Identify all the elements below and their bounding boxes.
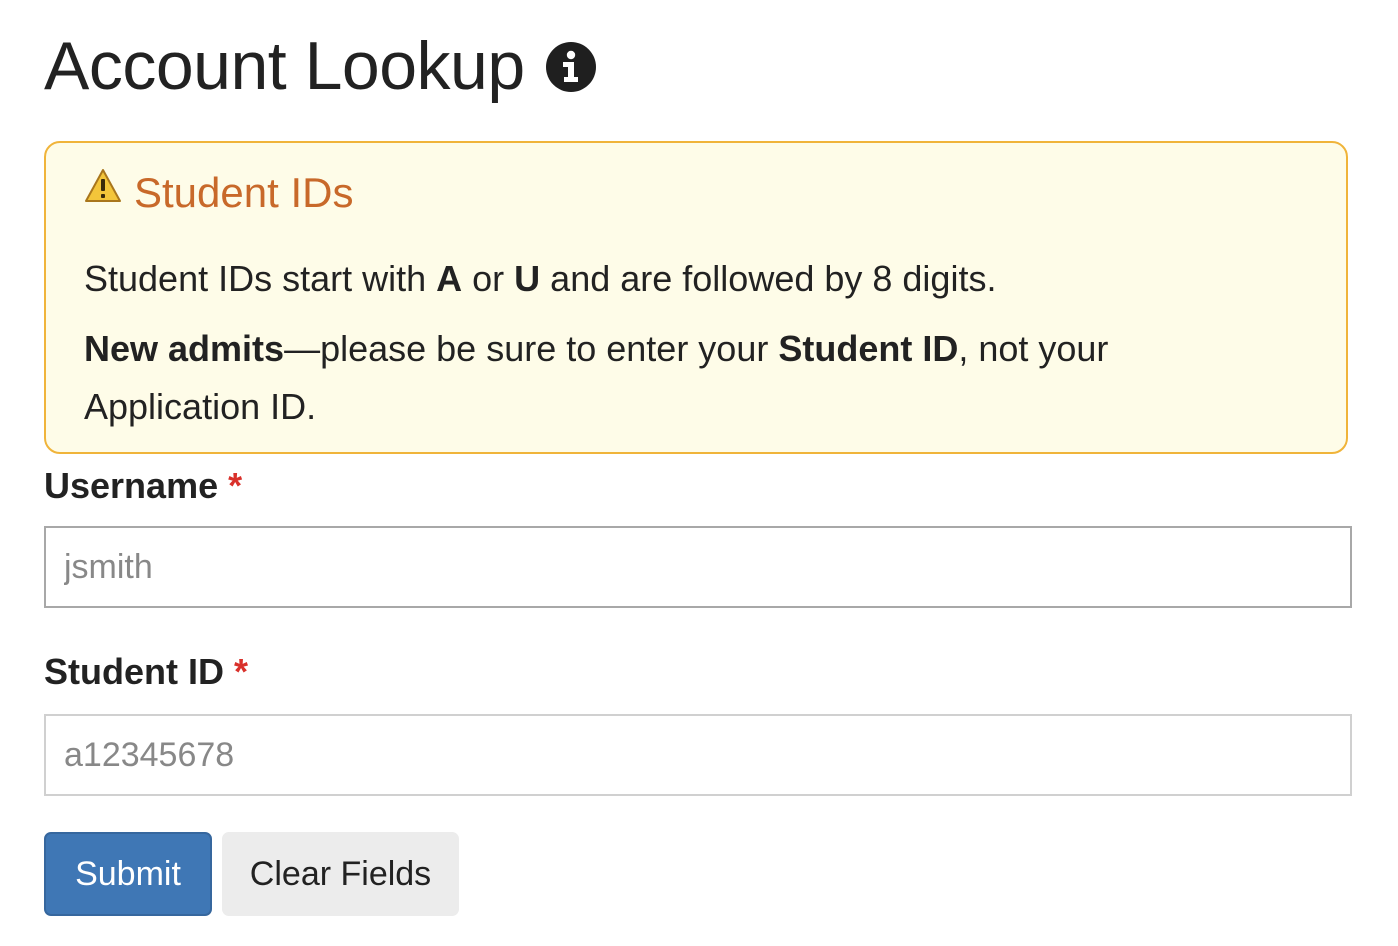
warning-triangle-icon xyxy=(84,168,122,204)
page-title: Account Lookup xyxy=(44,28,525,104)
required-asterisk: * xyxy=(233,651,248,692)
alert-bold-text: A xyxy=(436,258,463,299)
alert-text: and are followed by 8 digits. xyxy=(540,258,997,299)
alert-text: —please be sure to enter your xyxy=(284,328,779,369)
username-label: Username * xyxy=(44,464,242,508)
submit-button[interactable]: Submit xyxy=(44,832,212,916)
alert-id-format-text: Student IDs start with A or U and are fo… xyxy=(84,251,996,307)
info-circle-icon[interactable] xyxy=(545,41,597,93)
alert-title: Student IDs xyxy=(134,169,354,216)
alert-bold-text: U xyxy=(514,258,541,299)
alert-bold-text: New admits xyxy=(84,328,285,369)
username-label-text: Username xyxy=(44,465,219,506)
page-header: Account Lookup xyxy=(44,30,597,102)
username-input[interactable] xyxy=(44,526,1352,608)
clear-fields-button[interactable]: Clear Fields xyxy=(222,832,459,916)
required-asterisk: * xyxy=(228,465,243,506)
alert-header: Student IDs xyxy=(84,163,353,223)
student-id-label-text: Student ID xyxy=(44,651,224,692)
student-id-label: Student ID * xyxy=(44,650,248,694)
alert-new-admits-text: New admits—please be sure to enter your … xyxy=(84,321,1108,377)
alert-text: or xyxy=(462,258,515,299)
student-ids-alert: Student IDs Student IDs start with A or … xyxy=(44,141,1348,454)
alert-application-id-text: Application ID. xyxy=(84,386,317,427)
alert-bold-text: Student ID xyxy=(778,328,959,369)
alert-text: , not your xyxy=(958,328,1109,369)
alert-text: Student IDs start with xyxy=(84,258,437,299)
student-id-input[interactable] xyxy=(44,714,1352,796)
